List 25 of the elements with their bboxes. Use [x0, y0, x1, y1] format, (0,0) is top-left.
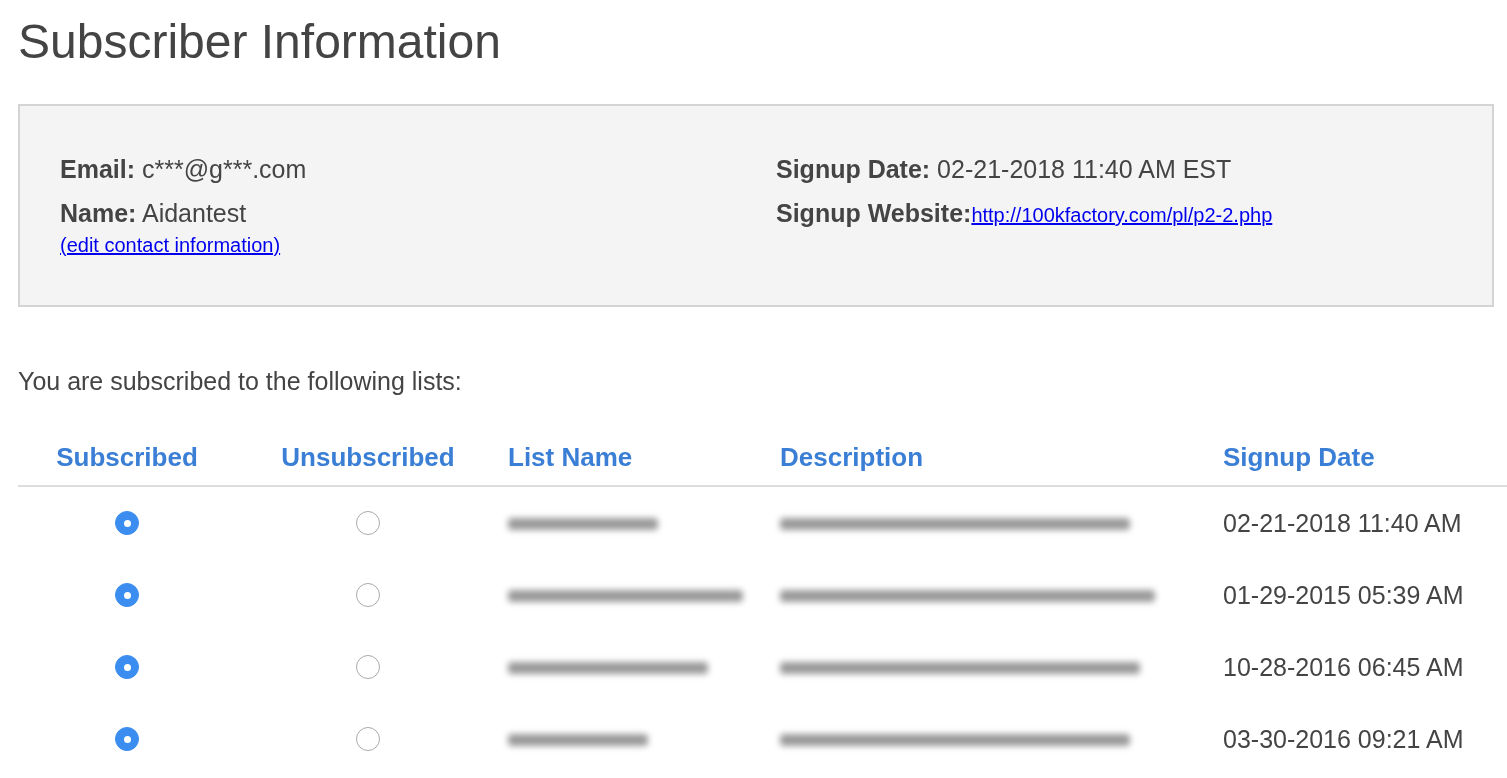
unsubscribed-radio[interactable] [356, 727, 380, 751]
website-link[interactable]: http://100kfactory.com/pl/p2-2.php [971, 204, 1273, 226]
edit-contact-link[interactable]: (edit contact information) [60, 234, 281, 257]
subscribed-radio[interactable] [115, 511, 139, 535]
contact-field: Name: Aidantest [60, 198, 247, 228]
column-header[interactable]: Description [780, 442, 924, 472]
subscribed-radio[interactable] [115, 583, 139, 607]
unsubscribed-radio[interactable] [356, 583, 380, 607]
column-header[interactable]: Subscribed [56, 442, 198, 472]
unsubscribed-radio[interactable] [356, 655, 380, 679]
table-cell-text: 01-29-2015 05:39 AM [1222, 580, 1465, 610]
unsubscribed-radio[interactable] [356, 511, 380, 535]
column-header[interactable]: List Name [508, 442, 633, 472]
field-label: Signup Website: [776, 199, 972, 227]
table-cell-text: 03-30-2016 09:21 AM [1222, 724, 1465, 754]
column-header[interactable]: Unsubscribed [281, 442, 455, 472]
subscribed-radio[interactable] [115, 655, 139, 679]
intro-text: You are subscribed to the following lists: [18, 367, 462, 396]
column-header[interactable]: Signup Date [1223, 442, 1375, 472]
subscribed-radio[interactable] [115, 727, 139, 751]
contact-field: Email: c***@g***.com [60, 154, 307, 184]
contact-field: Signup Date: 02-21-2018 11:40 AM EST [776, 154, 1232, 184]
table-cell-text: 02-21-2018 11:40 AM [1222, 508, 1463, 538]
table-cell-text: 10-28-2016 06:45 AM [1222, 652, 1465, 682]
page-title: Subscriber Information [17, 14, 501, 70]
